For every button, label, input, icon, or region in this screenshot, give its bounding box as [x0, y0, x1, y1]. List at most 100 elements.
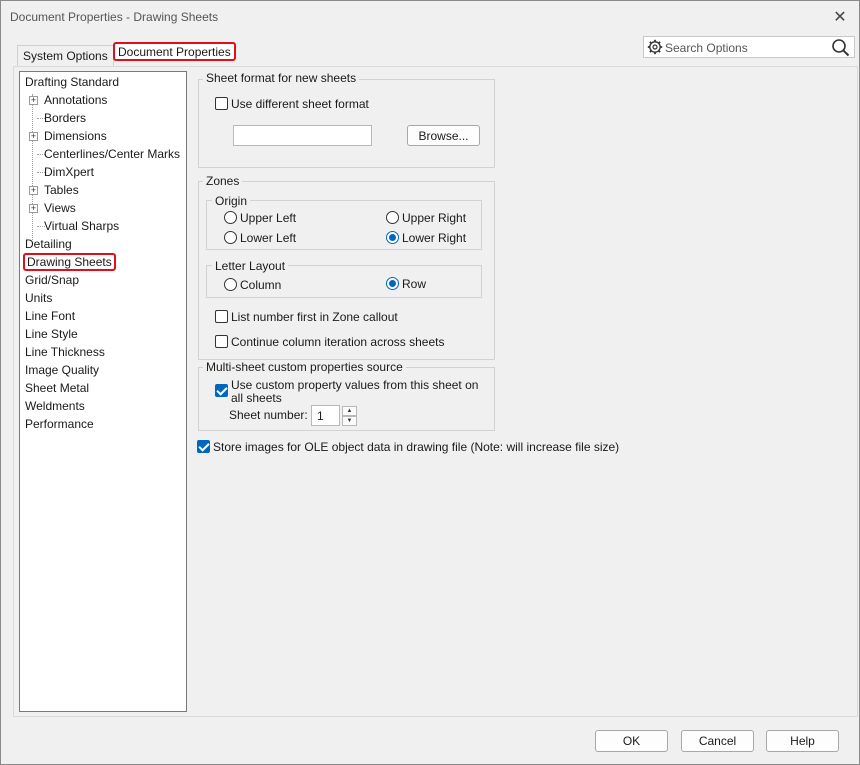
close-icon: ✕: [833, 9, 847, 26]
use-different-sheet-format-label: Use different sheet format: [231, 97, 369, 111]
tree-item-grid-snap[interactable]: Grid/Snap: [25, 271, 79, 289]
browse-button[interactable]: Browse...: [407, 125, 480, 146]
origin-upper-left-radio[interactable]: [224, 211, 237, 224]
list-number-first-label: List number first in Zone callout: [231, 310, 398, 324]
origin-upper-right-radio[interactable]: [386, 211, 399, 224]
spin-up-icon[interactable]: ▲: [342, 406, 357, 416]
tab-system-options[interactable]: System Options: [17, 45, 114, 66]
tree-item-label: Borders: [44, 111, 87, 125]
store-images-checkbox[interactable]: [197, 440, 210, 453]
tree-item-virtual-sharps[interactable]: Virtual Sharps: [44, 217, 119, 235]
tree-item-label: Drafting Standard: [25, 75, 120, 89]
tree-item-label: Units: [25, 291, 53, 305]
tree-item-label: Line Thickness: [25, 345, 105, 359]
tree-item-drawing-sheets[interactable]: Drawing Sheets: [23, 253, 116, 271]
tree-item-borders[interactable]: Borders: [44, 109, 86, 127]
expand-icon[interactable]: +: [29, 132, 38, 141]
ok-button[interactable]: OK: [595, 730, 668, 752]
origin-lower-right-radio[interactable]: [386, 231, 399, 244]
cancel-button[interactable]: Cancel: [681, 730, 754, 752]
tree-item-label: Sheet Metal: [25, 381, 90, 395]
close-button[interactable]: ✕: [827, 4, 853, 30]
zones-group-title: Zones: [203, 174, 243, 188]
tab-document-properties-label: Document Properties: [118, 44, 231, 59]
tree-item-label: Image Quality: [25, 363, 100, 377]
search-icon[interactable]: [831, 38, 850, 57]
tree-item-sheet-metal[interactable]: Sheet Metal: [25, 379, 89, 397]
help-button-label: Help: [790, 734, 815, 748]
tree-item-detailing[interactable]: Detailing: [25, 235, 72, 253]
tree-item-label: Line Style: [25, 327, 78, 341]
tree-item-line-font[interactable]: Line Font: [25, 307, 75, 325]
sheet-format-path-field[interactable]: [233, 125, 372, 146]
tree-connector: [32, 94, 33, 240]
window-title: Document Properties - Drawing Sheets: [10, 10, 219, 24]
sheet-number-value: 1: [317, 409, 324, 423]
store-images-label: Store images for OLE object data in draw…: [213, 440, 620, 454]
use-custom-property-checkbox[interactable]: [215, 384, 228, 397]
help-button[interactable]: Help: [766, 730, 839, 752]
sheet-number-field[interactable]: 1: [311, 405, 340, 426]
use-custom-property-label-line2: all sheets: [231, 391, 282, 405]
tree-item-label: Views: [44, 201, 76, 215]
search-options-box[interactable]: Search Options: [643, 36, 855, 58]
tree-item-label: Centerlines/Center Marks: [44, 147, 181, 161]
origin-lower-right-label: Lower Right: [402, 231, 467, 245]
tree-item-dimensions[interactable]: Dimensions: [44, 127, 107, 145]
tree-item-performance[interactable]: Performance: [25, 415, 94, 433]
tree-item-label: Grid/Snap: [25, 273, 80, 287]
cancel-button-label: Cancel: [698, 734, 737, 748]
continue-iteration-checkbox[interactable]: [215, 335, 228, 348]
letter-layout-column-radio[interactable]: [224, 278, 237, 291]
sheet-format-group-title: Sheet format for new sheets: [203, 71, 360, 85]
tree-item-label: Drawing Sheets: [27, 255, 112, 269]
continue-iteration-label: Continue column iteration across sheets: [231, 335, 445, 349]
spin-down-icon[interactable]: ▼: [342, 416, 357, 426]
list-number-first-checkbox[interactable]: [215, 310, 228, 323]
tree-item-label: Annotations: [44, 93, 108, 107]
tree-item-label: Dimensions: [44, 129, 107, 143]
origin-lower-left-label: Lower Left: [240, 231, 297, 245]
sheet-format-group: [198, 79, 495, 168]
letter-layout-row-label: Row: [402, 277, 427, 291]
tree-item-annotations[interactable]: Annotations: [44, 91, 107, 109]
tab-system-options-label: System Options: [23, 49, 108, 63]
sheet-number-spinner[interactable]: ▲ ▼: [342, 406, 357, 426]
ok-button-label: OK: [622, 734, 641, 748]
tree-item-label: Tables: [44, 183, 79, 197]
tree-item-line-style[interactable]: Line Style: [25, 325, 78, 343]
document-properties-dialog: Document Properties - Drawing Sheets ✕ S…: [0, 0, 860, 765]
gear-icon: [647, 39, 663, 55]
search-placeholder: Search Options: [665, 41, 748, 55]
expand-icon[interactable]: +: [29, 204, 38, 213]
expand-icon[interactable]: +: [29, 96, 38, 105]
tree-item-label: Weldments: [25, 399, 85, 413]
tree-item-line-thickness[interactable]: Line Thickness: [25, 343, 105, 361]
origin-group-title: Origin: [212, 194, 251, 208]
options-tree[interactable]: Drafting Standard + Annotations Borders …: [19, 71, 187, 712]
tab-document-properties[interactable]: Document Properties: [113, 42, 236, 61]
letter-layout-column-label: Column: [240, 278, 282, 292]
multi-sheet-group-title: Multi-sheet custom properties source: [203, 360, 406, 374]
tree-item-centerlines[interactable]: Centerlines/Center Marks: [44, 145, 180, 163]
tree-item-drafting-standard[interactable]: Drafting Standard: [25, 73, 119, 91]
tree-item-units[interactable]: Units: [25, 289, 52, 307]
origin-upper-right-label: Upper Right: [402, 211, 467, 225]
letter-layout-group-title: Letter Layout: [212, 259, 289, 273]
tree-item-dimxpert[interactable]: DimXpert: [44, 163, 94, 181]
use-different-sheet-format-checkbox[interactable]: [215, 97, 228, 110]
tree-item-tables[interactable]: Tables: [44, 181, 79, 199]
tree-item-label: Line Font: [25, 309, 76, 323]
expand-icon[interactable]: +: [29, 186, 38, 195]
tree-item-image-quality[interactable]: Image Quality: [25, 361, 99, 379]
tree-item-label: Virtual Sharps: [44, 219, 120, 233]
use-custom-property-label-line1: Use custom property values from this she…: [231, 378, 479, 392]
origin-lower-left-radio[interactable]: [224, 231, 237, 244]
letter-layout-row-radio[interactable]: [386, 277, 399, 290]
tree-item-weldments[interactable]: Weldments: [25, 397, 85, 415]
browse-button-label: Browse...: [418, 128, 469, 143]
origin-upper-left-label: Upper Left: [240, 211, 297, 225]
tree-item-views[interactable]: Views: [44, 199, 76, 217]
tree-item-label: Detailing: [25, 237, 72, 251]
title-bar: Document Properties - Drawing Sheets ✕: [1, 1, 859, 33]
